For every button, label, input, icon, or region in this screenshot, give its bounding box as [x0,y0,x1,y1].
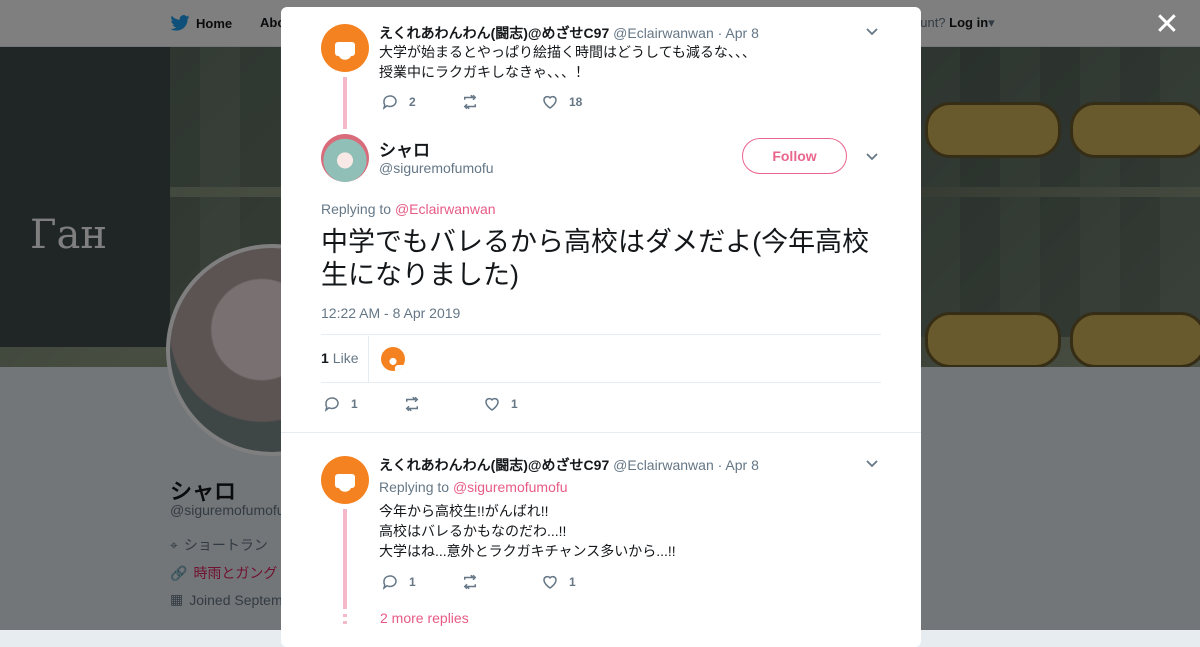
reply-tweet-text: 今年から高校生!!がんばれ!! 高校はバレるかもなのだわ...!! 大学はね..… [379,503,676,559]
thread-line [343,509,347,609]
retweet-icon [405,396,419,412]
reply-button[interactable]: 1 [381,573,461,591]
reply-count: 1 [351,397,358,411]
retweet-button[interactable] [403,395,483,413]
tweet-modal: えくれあわんわん(闘志)@めざせC97 @Eclairwanwan · Apr … [281,7,921,647]
replying-label: Replying to [321,201,392,217]
main-tweet-text: 中学でもバレるから高校はダメだよ(今年高校生になりました) [321,227,870,290]
follow-button[interactable]: Follow [742,138,847,174]
reply-icon [382,575,397,590]
replying-label: Replying to [379,479,450,495]
chevron-down-icon[interactable] [864,23,880,39]
reply-icon [382,95,397,110]
like-button[interactable]: 18 [541,93,621,111]
retweet-button[interactable] [461,573,541,591]
main-replying-to: Replying to @Eclairwanwan [321,201,496,217]
main-handle-text: @siguremofumofu [379,160,494,176]
like-count: 18 [569,95,583,109]
retweet-icon [463,574,477,590]
like-count: 1 [569,575,576,589]
reply-tweet-author: えくれあわんわん(闘志)@めざせC97 @Eclairwanwan · Apr … [379,455,759,475]
divider [368,336,369,382]
divider [321,334,881,335]
like-button[interactable]: 1 [541,573,621,591]
retweet-icon [463,94,477,110]
reply-count: 2 [409,95,416,109]
parent-tweet-actions: 2 18 [381,93,621,111]
main-tweet-actions: 1 1 [323,395,563,413]
reply-icon [324,397,339,412]
main-tweet-timestamp[interactable]: 12:22 AM - 8 Apr 2019 [321,305,460,321]
chevron-down-icon[interactable] [864,455,880,471]
reply-handle[interactable]: @Eclairwanwan [613,457,714,473]
parent-tweet-author: えくれあわんわん(闘志)@めざせC97 @Eclairwanwan · Apr … [379,23,759,43]
replying-to-link[interactable]: @Eclairwanwan [395,201,496,217]
parent-display-name[interactable]: えくれあわんわん(闘志)@めざせC97 [379,25,609,41]
reply-button[interactable]: 2 [381,93,461,111]
main-display-name[interactable]: シャロ [379,136,430,161]
reply-count: 1 [409,575,416,589]
divider [321,382,881,383]
reply-replying-to: Replying to @siguremofumofu [379,479,568,495]
retweet-button[interactable] [461,93,541,111]
close-icon[interactable]: ✕ [1152,10,1182,40]
reply-display-name[interactable]: えくれあわんわん(闘志)@めざせC97 [379,457,609,473]
thread-line [343,77,347,129]
likes-summary-count: 1 [321,350,329,366]
heart-icon [485,397,499,411]
heart-icon [543,575,557,589]
replying-to-link[interactable]: @siguremofumofu [453,479,568,495]
parent-date[interactable]: · Apr 8 [718,25,759,41]
likes-summary-label: Like [332,350,359,366]
thread-dot [343,614,347,617]
likes-summary[interactable]: 1 Like [321,335,358,381]
reply-date[interactable]: · Apr 8 [718,457,759,473]
main-handle[interactable]: @siguremofumofu [379,160,494,176]
like-count: 1 [511,397,518,411]
parent-tweet-avatar[interactable] [321,24,369,72]
thread-dot [343,621,347,624]
reply-tweet-avatar[interactable] [321,456,369,504]
reply-tweet-actions: 1 1 [381,573,621,591]
divider [281,432,921,433]
reply-button[interactable]: 1 [323,395,403,413]
liker-avatar[interactable] [381,347,405,371]
chevron-down-icon[interactable] [864,148,880,164]
main-display-name-text: シャロ [379,141,430,160]
parent-handle[interactable]: @Eclairwanwan [613,25,714,41]
more-replies-link[interactable]: 2 more replies [380,610,469,626]
like-button[interactable]: 1 [483,395,563,413]
parent-tweet-text: 大学が始まるとやっぱり絵描く時間はどうしても減るな、、、 授業中にラクガキしなき… [379,44,756,80]
main-tweet-avatar[interactable] [321,134,369,182]
heart-icon [543,95,557,109]
